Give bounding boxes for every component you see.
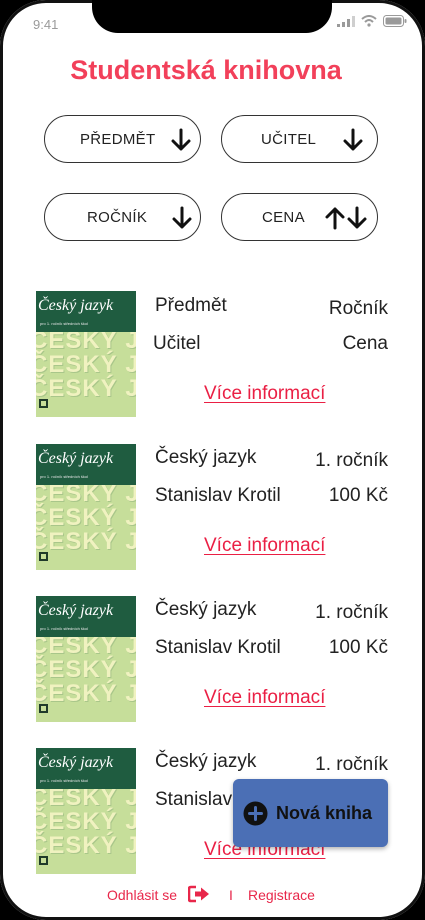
status-time: 9:41: [33, 17, 59, 32]
cover-subtitle: pro 1. ročník středních škol: [40, 626, 89, 631]
book-card: ČESKÝ JAZYK ČESKÝ JAZYK ČESKÝ JAZYK Česk…: [36, 444, 391, 574]
more-info-link[interactable]: Více informací: [204, 535, 325, 557]
book-card: ČESKÝ JAZYK ČESKÝ JAZYK ČESKÝ JAZYK Česk…: [36, 291, 391, 421]
footer-separator: I: [229, 887, 233, 903]
book-cover-image: ČESKÝ JAZYK ČESKÝ JAZYK ČESKÝ JAZYK Česk…: [36, 596, 136, 722]
register-link[interactable]: Registrace: [248, 887, 315, 903]
cover-title: Český jazyk: [38, 450, 114, 467]
more-info-link[interactable]: Více informací: [204, 383, 325, 405]
cover-pattern-text: ČESKÝ JAZYK: [36, 680, 136, 707]
arrow-up-down-icon: [325, 206, 367, 230]
filter-label: PŘEDMĚT: [80, 131, 156, 148]
phone-screen: 9:41 Studentská knihovna PŘEDMĚT UČITEL: [0, 0, 425, 920]
signal-icon: [337, 15, 355, 27]
logout-link[interactable]: Odhlásit se: [107, 887, 177, 903]
more-info-link[interactable]: Více informací: [204, 687, 325, 709]
filter-label: CENA: [262, 209, 305, 226]
arrow-down-icon: [172, 206, 192, 229]
filter-predmet-button[interactable]: PŘEDMĚT: [44, 115, 201, 163]
cover-title: Český jazyk: [38, 602, 114, 619]
page-title: Studentská knihovna: [70, 55, 342, 85]
book-teacher: Učitel: [153, 333, 201, 354]
book-cover-image: ČESKÝ JAZYK ČESKÝ JAZYK ČESKÝ JAZYK Česk…: [36, 291, 136, 417]
logout-icon[interactable]: [188, 885, 210, 903]
notch: [92, 0, 332, 33]
arrow-down-icon: [171, 128, 191, 151]
book-price: Cena: [342, 333, 388, 354]
publisher-logo-icon: [39, 552, 48, 561]
filter-rocnik-button[interactable]: ROČNÍK: [44, 193, 201, 241]
book-year: 1. ročník: [315, 754, 388, 775]
book-year: 1. ročník: [315, 450, 388, 471]
cover-pattern-text: ČESKÝ JAZYK: [36, 528, 136, 555]
publisher-logo-icon: [39, 399, 48, 408]
book-year: Ročník: [328, 298, 388, 319]
filter-ucitel-button[interactable]: UČITEL: [221, 115, 378, 163]
filter-label: ROČNÍK: [87, 209, 148, 226]
battery-icon: [383, 15, 407, 27]
cover-subtitle: pro 1. ročník středních škol: [40, 778, 89, 783]
wifi-icon: [361, 15, 377, 27]
book-subject: Český jazyk: [155, 751, 257, 772]
book-year: 1. ročník: [315, 602, 388, 623]
filter-label: UČITEL: [261, 131, 317, 148]
book-price: 100 Kč: [328, 637, 388, 658]
cover-pattern-text: ČESKÝ JAZYK: [36, 832, 136, 859]
new-book-button[interactable]: Nová kniha: [233, 779, 388, 847]
book-cover-image: ČESKÝ JAZYK ČESKÝ JAZYK ČESKÝ JAZYK Česk…: [36, 444, 136, 570]
book-card: ČESKÝ JAZYK ČESKÝ JAZYK ČESKÝ JAZYK Česk…: [36, 596, 391, 726]
plus-circle-icon: [243, 801, 268, 826]
publisher-logo-icon: [39, 856, 48, 865]
book-subject: Předmět: [155, 295, 227, 316]
book-teacher: Stanislav Krotil: [155, 485, 281, 506]
cover-subtitle: pro 1. ročník středních škol: [40, 321, 89, 326]
publisher-logo-icon: [39, 704, 48, 713]
arrow-down-icon: [343, 128, 363, 151]
cover-title: Český jazyk: [38, 297, 114, 314]
book-price: 100 Kč: [328, 485, 388, 506]
book-subject: Český jazyk: [155, 447, 257, 468]
book-cover-image: ČESKÝ JAZYK ČESKÝ JAZYK ČESKÝ JAZYK Česk…: [36, 748, 136, 874]
status-icons: [337, 15, 407, 27]
book-subject: Český jazyk: [155, 599, 257, 620]
filter-cena-button[interactable]: CENA: [221, 193, 378, 241]
book-teacher: Stanislav Krotil: [155, 637, 281, 658]
cover-subtitle: pro 1. ročník středních škol: [40, 474, 89, 479]
cover-pattern-text: ČESKÝ JAZYK: [36, 375, 136, 402]
new-book-label: Nová kniha: [276, 803, 373, 823]
cover-title: Český jazyk: [38, 754, 114, 771]
book-teacher: Stanislav: [155, 789, 233, 810]
